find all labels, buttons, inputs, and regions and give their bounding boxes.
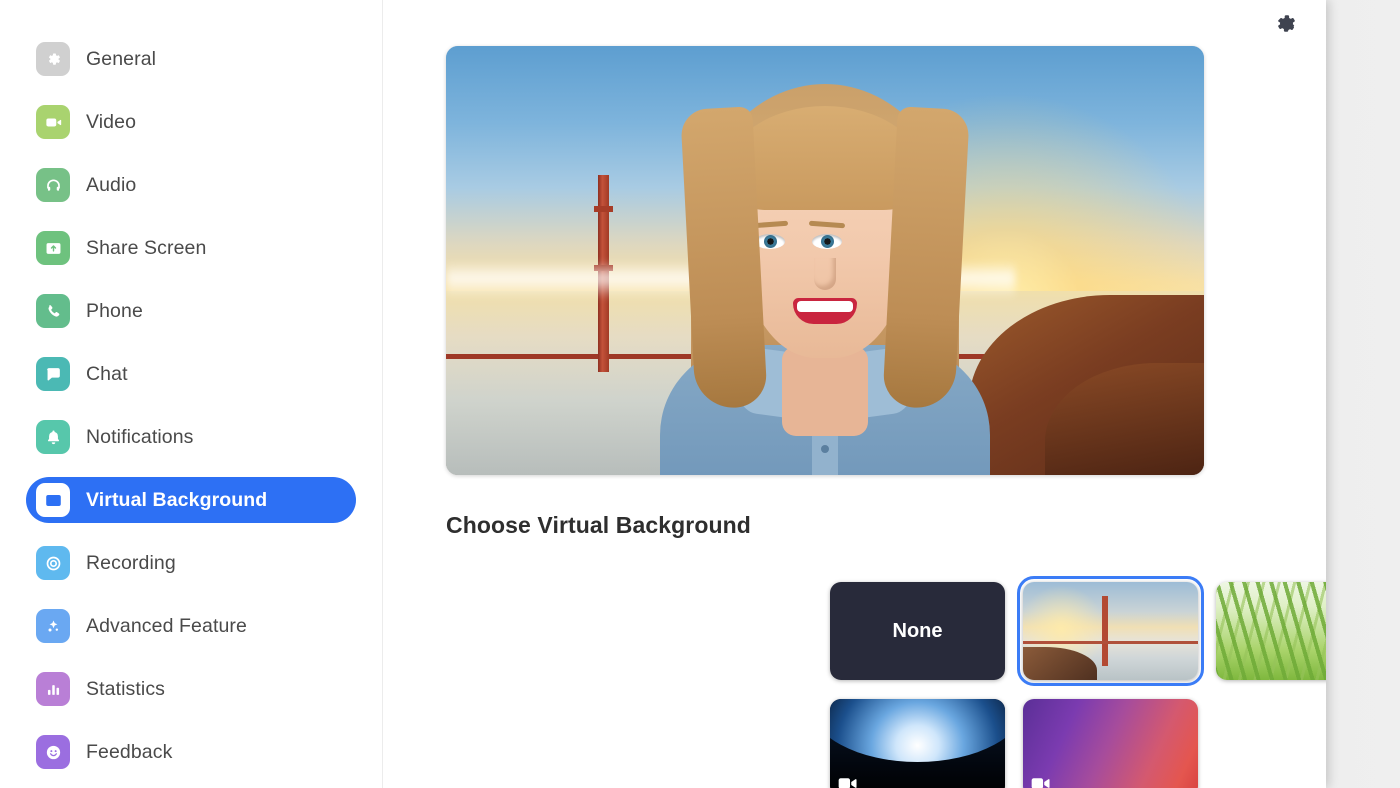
sidebar-item-label: Audio (86, 173, 137, 196)
sidebar-item-label: Phone (86, 299, 143, 322)
thumbnail-label: None (892, 619, 943, 642)
background-thumbnail-grass[interactable] (1216, 582, 1326, 680)
sidebar-item-recording[interactable]: Recording (26, 540, 356, 586)
sidebar-item-label: Recording (86, 551, 176, 574)
person-card-icon (36, 483, 70, 517)
preview-person (660, 46, 990, 475)
sidebar-item-notifications[interactable]: Notifications (26, 414, 356, 460)
phone-icon (36, 294, 70, 328)
gear-icon[interactable] (1274, 12, 1298, 36)
chat-icon (36, 357, 70, 391)
settings-sidebar: General Video Audio Share Screen Phone Chat No… (0, 0, 383, 788)
sidebar-item-statistics[interactable]: Statistics (26, 666, 356, 712)
video-badge-icon (838, 777, 858, 788)
bar-chart-icon (36, 672, 70, 706)
share-screen-icon (36, 231, 70, 265)
background-thumbnail-grid: None (830, 576, 1326, 788)
sidebar-item-share-screen[interactable]: Share Screen (26, 225, 356, 271)
sparkle-icon (36, 609, 70, 643)
sidebar-item-chat[interactable]: Chat (26, 351, 356, 397)
person-nose (814, 258, 836, 290)
background-thumbnail-none[interactable]: None (830, 582, 1005, 680)
bell-icon (36, 420, 70, 454)
video-badge-icon (1031, 777, 1051, 788)
sidebar-item-label: Share Screen (86, 236, 207, 259)
sidebar-item-advanced-feature[interactable]: Advanced Feature (26, 603, 356, 649)
gear-icon (36, 42, 70, 76)
sidebar-item-label: Video (86, 110, 137, 133)
person-mouth (793, 298, 857, 324)
video-preview (446, 46, 1204, 475)
sidebar-item-label: General (86, 47, 157, 70)
sidebar-item-general[interactable]: General (26, 36, 356, 82)
sidebar-item-label: Notifications (86, 425, 194, 448)
sidebar-item-label: Advanced Feature (86, 614, 247, 637)
sidebar-item-virtual-background[interactable]: Virtual Background (26, 477, 356, 523)
sidebar-item-video[interactable]: Video (26, 99, 356, 145)
background-thumbnail-gradient[interactable] (1023, 699, 1198, 788)
sidebar-item-label: Virtual Background (86, 488, 268, 511)
sidebar-item-audio[interactable]: Audio (26, 162, 356, 208)
video-icon (36, 105, 70, 139)
settings-window: General Video Audio Share Screen Phone Chat No… (0, 0, 1326, 788)
sidebar-item-label: Chat (86, 362, 128, 385)
person-neck (782, 346, 868, 436)
person-eye-right (812, 234, 842, 249)
record-icon (36, 546, 70, 580)
sidebar-item-phone[interactable]: Phone (26, 288, 356, 334)
section-title: Choose Virtual Background (446, 512, 751, 538)
sidebar-item-label: Feedback (86, 740, 173, 763)
sidebar-item-feedback[interactable]: Feedback (26, 729, 356, 775)
smiley-icon (36, 735, 70, 769)
background-thumbnail-earth[interactable] (830, 699, 1005, 788)
background-thumbnail-bridge[interactable] (1017, 576, 1204, 686)
virtual-background-panel: Choose Virtual Background None Add Image… (384, 0, 1326, 788)
headphones-icon (36, 168, 70, 202)
sidebar-item-label: Statistics (86, 677, 166, 700)
